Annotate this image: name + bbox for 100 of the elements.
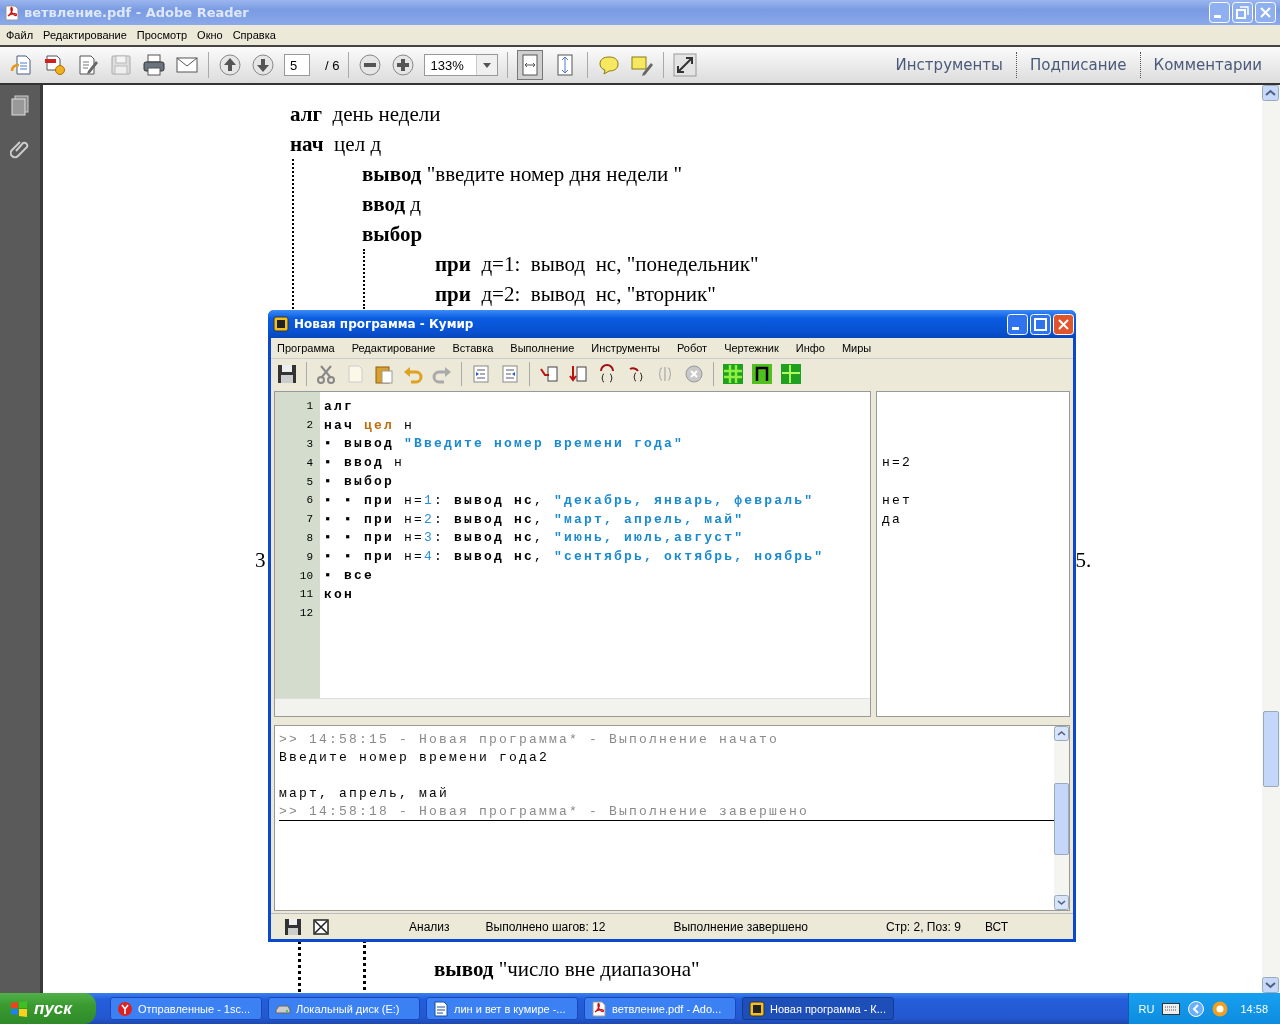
cross-grid-icon[interactable] bbox=[781, 364, 801, 384]
chevron-left-icon[interactable] bbox=[1188, 1000, 1205, 1017]
line-number: 10 bbox=[299, 569, 313, 582]
line-number: 4 bbox=[306, 456, 313, 469]
menu-item[interactable]: Миры bbox=[839, 342, 887, 354]
document-line: вывод "число вне диапазона" bbox=[434, 956, 701, 983]
menu-item[interactable]: Редактирование bbox=[349, 342, 451, 354]
maximize-button[interactable] bbox=[1030, 313, 1051, 335]
page-number-field[interactable]: 5 bbox=[284, 54, 310, 76]
document-arrow-icon[interactable] bbox=[10, 53, 34, 77]
taskbar-button[interactable]: Новая программа - К... bbox=[742, 997, 894, 1020]
line-number: 9 bbox=[306, 550, 313, 563]
page-fit-button[interactable] bbox=[517, 50, 544, 80]
curved-arrow-braces-icon[interactable] bbox=[597, 364, 617, 384]
menu-item[interactable]: Вставка bbox=[450, 342, 509, 354]
line-number: 1 bbox=[306, 400, 313, 413]
pdf-document-icon bbox=[591, 1000, 607, 1017]
document-line: вывод "введите номер дня недели " bbox=[362, 161, 684, 188]
code-line: ▪ все bbox=[324, 568, 375, 584]
document-icon bbox=[433, 1000, 449, 1017]
menu-item[interactable]: Инфо bbox=[793, 342, 840, 354]
plus-circle-icon[interactable] bbox=[391, 53, 416, 77]
document-line: ввод д bbox=[362, 191, 422, 218]
document-gear-icon[interactable] bbox=[43, 53, 67, 77]
menu-item[interactable]: Окно bbox=[193, 29, 229, 41]
code-line: ▪ ▪ при н=2: вывод нс, "март, апрель, май" bbox=[324, 511, 745, 527]
start-button[interactable]: пуск bbox=[0, 993, 96, 1024]
scroll-up-icon[interactable] bbox=[1262, 85, 1279, 101]
taskbar-button[interactable]: Отправленные - 1sc... bbox=[110, 997, 262, 1020]
printer-icon[interactable] bbox=[142, 53, 166, 77]
line-number: 6 bbox=[306, 494, 313, 507]
frame-icon[interactable] bbox=[752, 364, 772, 384]
panel-button[interactable]: Комментарии bbox=[1149, 56, 1266, 74]
document-pen-icon[interactable] bbox=[76, 53, 100, 77]
line-number: 11 bbox=[299, 588, 313, 601]
code-line: ▪ ввод н bbox=[324, 455, 405, 471]
text-fragment: 5. bbox=[1075, 547, 1092, 574]
menu-item[interactable]: Редактирование bbox=[39, 29, 133, 41]
margin-value: нет bbox=[882, 492, 912, 508]
highlighter-icon[interactable] bbox=[630, 53, 655, 77]
menu-item[interactable]: Программа bbox=[275, 342, 350, 354]
panel-button[interactable]: Инструменты bbox=[891, 56, 1007, 74]
menu-item[interactable]: Просмотр bbox=[132, 29, 194, 41]
menu-item[interactable]: Файл bbox=[2, 29, 40, 41]
stop-circle-icon[interactable] bbox=[684, 364, 704, 384]
line-number: 12 bbox=[299, 607, 313, 620]
clipboard-icon[interactable] bbox=[374, 364, 394, 384]
minimize-button[interactable] bbox=[1007, 313, 1028, 335]
close-button[interactable] bbox=[1053, 313, 1074, 335]
console-line: >> 14:58:15 - Новая программа* - Выполнение начато bbox=[279, 731, 780, 747]
arrow-document-icon[interactable] bbox=[539, 364, 559, 384]
taskbar-button[interactable]: Локальный диск (E:) bbox=[268, 997, 420, 1020]
status-text: Анализ bbox=[409, 919, 450, 934]
console-line: >> 14:58:18 - Новая программа* - Выполнение завершено bbox=[279, 803, 810, 819]
page-total: / 6 bbox=[325, 57, 340, 73]
console-line: Введите номер времени года2 bbox=[279, 749, 550, 765]
scissors-icon[interactable] bbox=[316, 364, 336, 384]
panel-button[interactable]: Подписание bbox=[1025, 56, 1131, 74]
zoom-dropdown[interactable]: 133% bbox=[424, 54, 499, 76]
expand-arrows-icon[interactable] bbox=[673, 53, 698, 77]
code-line: ▪ ▪ при н=1: вывод нс, "декабрь, январь, февраль" bbox=[324, 492, 815, 508]
console-line: март, апрель, май bbox=[279, 785, 450, 801]
taskbar-button[interactable]: ветвление.pdf - Ado... bbox=[584, 997, 736, 1020]
scroll-down-icon[interactable] bbox=[1054, 895, 1069, 910]
app-icon bbox=[273, 316, 289, 332]
margin-value: да bbox=[882, 511, 902, 527]
scrollbar-thumb[interactable] bbox=[1263, 711, 1279, 787]
menu-item[interactable]: Инструменты bbox=[589, 342, 675, 354]
ring-icon[interactable] bbox=[1212, 1000, 1229, 1017]
document-line: выбор bbox=[362, 221, 424, 248]
status-text: ВСТ bbox=[984, 919, 1009, 934]
pdf-icon bbox=[4, 4, 20, 21]
grid-icon[interactable] bbox=[723, 364, 743, 384]
caret-icon bbox=[483, 62, 492, 68]
indent-icon[interactable] bbox=[471, 364, 491, 384]
menu-item[interactable]: Справка bbox=[228, 29, 282, 41]
line-number: 7 bbox=[306, 513, 313, 526]
menu-item[interactable]: Чертежник bbox=[722, 342, 794, 354]
horizontal-scrollbar[interactable] bbox=[275, 698, 870, 716]
minus-circle-icon[interactable] bbox=[358, 53, 383, 77]
document-line: при д=1: вывод нс, "понедельник" bbox=[435, 251, 760, 278]
text-fragment: 3 bbox=[255, 547, 266, 574]
keyboard-icon[interactable] bbox=[1162, 1002, 1181, 1015]
menu-item[interactable]: Робот bbox=[674, 342, 723, 354]
outdent-icon[interactable] bbox=[500, 364, 520, 384]
menu-item[interactable]: Выполнение bbox=[508, 342, 590, 354]
margin-value: н=2 bbox=[882, 455, 912, 471]
speech-bubble-icon[interactable] bbox=[597, 53, 622, 77]
pages-icon[interactable] bbox=[10, 95, 30, 117]
taskbar-button[interactable]: лин и вет в кумире -... bbox=[426, 997, 578, 1020]
window-title: ветвление.pdf - Adobe Reader bbox=[24, 5, 249, 20]
down-arrow-document-icon[interactable] bbox=[568, 364, 588, 384]
line-number: 5 bbox=[306, 475, 313, 488]
scroll-up-icon[interactable] bbox=[1054, 726, 1069, 741]
status-text: Выполнено шагов: 12 bbox=[485, 919, 606, 934]
window-title: Новая программа - Кумир bbox=[294, 317, 474, 331]
scrollbar-thumb[interactable] bbox=[1054, 783, 1069, 855]
scroll-down-icon[interactable] bbox=[1262, 977, 1279, 993]
close-box-icon[interactable] bbox=[313, 918, 329, 935]
code-line: алг bbox=[324, 398, 354, 414]
